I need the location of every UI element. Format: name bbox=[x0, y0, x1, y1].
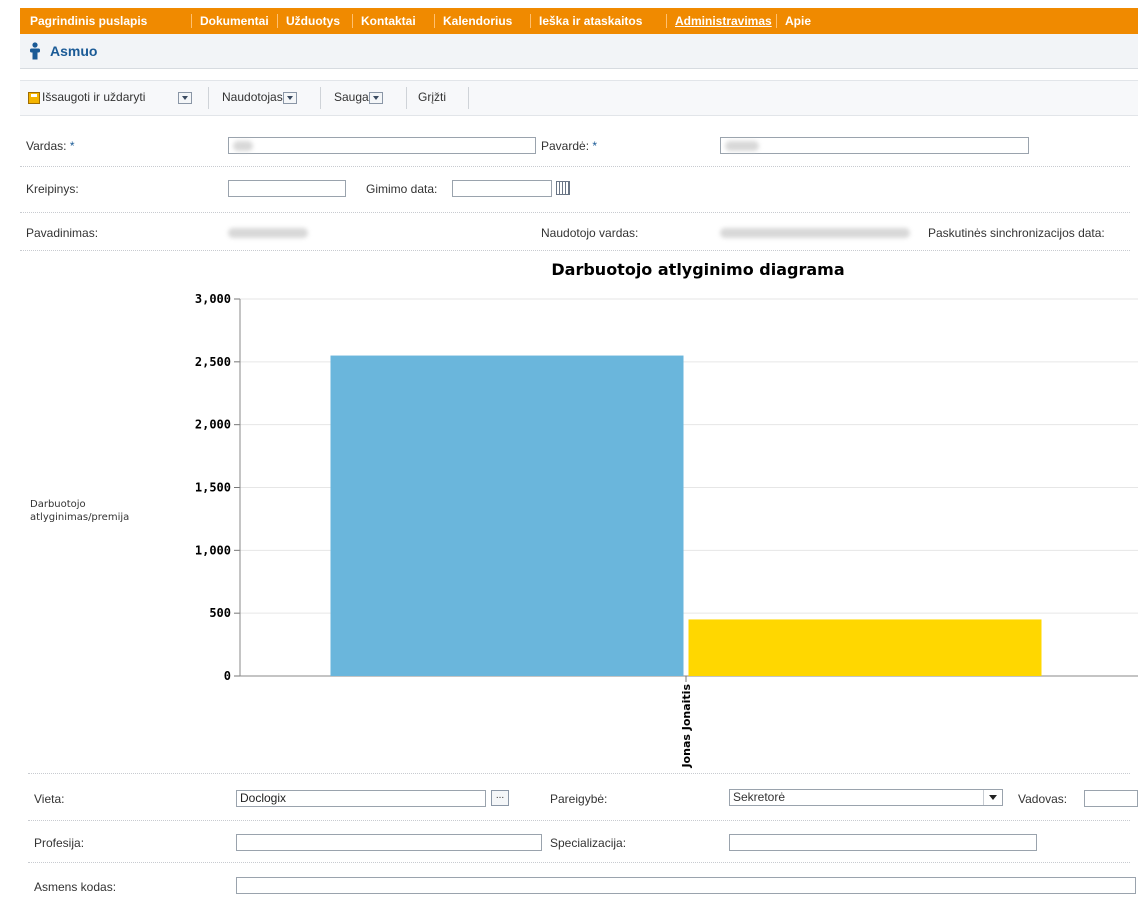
y-tick-label: 3,000 bbox=[195, 292, 231, 306]
chevron-down-icon bbox=[282, 91, 297, 104]
user-menu-button[interactable]: Naudotojas bbox=[222, 90, 297, 104]
birth-date-label: Gimimo data: bbox=[366, 182, 438, 196]
divider bbox=[20, 250, 1130, 251]
redacted-value bbox=[725, 141, 759, 151]
save-and-close-label: Išsaugoti ir uždaryti bbox=[42, 90, 146, 104]
location-field[interactable]: Doclogix bbox=[236, 790, 486, 807]
y-tick-label: 1,000 bbox=[195, 543, 231, 557]
location-lookup-button[interactable]: ... bbox=[491, 790, 509, 806]
personal-code-label: Asmens kodas: bbox=[34, 880, 117, 894]
personal-code-field[interactable] bbox=[236, 877, 1136, 894]
toolbar-divider bbox=[320, 87, 321, 109]
y-tick-label: 1,500 bbox=[195, 481, 231, 495]
y-tick-label: 0 bbox=[224, 669, 231, 683]
last-sync-label: Paskutinės sinchronizacijos data: bbox=[928, 226, 1105, 240]
redacted-title-value bbox=[228, 228, 308, 238]
chevron-down-icon bbox=[178, 91, 192, 104]
y-tick-label: 500 bbox=[209, 606, 231, 620]
toolbar-divider bbox=[208, 87, 209, 109]
chevron-down-icon bbox=[368, 91, 383, 104]
salutation-label: Kreipinys: bbox=[26, 182, 79, 196]
page-title: Asmuo bbox=[50, 43, 98, 59]
nav-item-0[interactable]: Pagrindinis puslapis bbox=[30, 8, 147, 34]
nav-separator bbox=[776, 14, 777, 28]
bar-series-1 bbox=[688, 619, 1042, 676]
toolbar-divider bbox=[468, 87, 469, 109]
person-icon bbox=[30, 42, 40, 60]
position-label: Pareigybė: bbox=[550, 792, 608, 806]
salary-chart: Darbuotojo atlyginimo diagrama 0 500 1,000 1… bbox=[195, 260, 1138, 769]
first-name-field[interactable] bbox=[228, 137, 536, 154]
nav-item-4[interactable]: Kalendorius bbox=[443, 8, 512, 34]
manager-label: Vadovas: bbox=[1018, 792, 1068, 806]
user-menu-label: Naudotojas bbox=[222, 90, 283, 104]
redacted-value bbox=[233, 141, 253, 151]
page-header: Asmuo bbox=[20, 34, 1138, 69]
profession-label: Profesija: bbox=[34, 836, 85, 850]
position-select[interactable]: Sekretorė bbox=[729, 789, 1003, 806]
nav-item-6[interactable]: Administravimas bbox=[675, 8, 772, 34]
calendar-icon[interactable] bbox=[556, 181, 570, 195]
security-menu-button[interactable]: Sauga bbox=[334, 90, 383, 104]
profession-field[interactable] bbox=[236, 834, 542, 851]
nav-separator bbox=[666, 14, 667, 28]
last-name-field[interactable] bbox=[720, 137, 1029, 154]
x-category-label: Jonas Jonaitis bbox=[680, 684, 693, 769]
bar-series-0 bbox=[330, 355, 684, 676]
divider bbox=[28, 862, 1130, 863]
location-label: Vieta: bbox=[34, 792, 65, 806]
y-tick-label: 2,000 bbox=[195, 418, 231, 432]
nav-separator bbox=[352, 14, 353, 28]
chart-title: Darbuotojo atlyginimo diagrama bbox=[551, 260, 844, 279]
nav-separator bbox=[191, 14, 192, 28]
divider bbox=[28, 820, 1130, 821]
first-name-label: Vardas: * bbox=[26, 139, 75, 153]
username-label: Naudotojo vardas: bbox=[541, 226, 639, 240]
divider bbox=[28, 773, 1130, 774]
security-menu-label: Sauga bbox=[334, 90, 369, 104]
specialization-label: Specializacija: bbox=[550, 836, 627, 850]
save-options-dropdown[interactable] bbox=[178, 90, 192, 104]
salutation-field[interactable] bbox=[228, 180, 346, 197]
nav-separator bbox=[530, 14, 531, 28]
nav-item-2[interactable]: Užduotys bbox=[286, 8, 340, 34]
birth-date-field[interactable] bbox=[452, 180, 552, 197]
redacted-username-value bbox=[720, 228, 910, 238]
toolbar-divider bbox=[406, 87, 407, 109]
nav-item-3[interactable]: Kontaktai bbox=[361, 8, 416, 34]
divider bbox=[20, 212, 1130, 213]
specialization-field[interactable] bbox=[729, 834, 1037, 851]
divider bbox=[20, 166, 1130, 167]
title-label: Pavadinimas: bbox=[26, 226, 99, 240]
chart-y-axis-label: Darbuotojo atlyginimas/premija bbox=[30, 499, 130, 523]
nav-separator bbox=[277, 14, 278, 28]
nav-item-1[interactable]: Dokumentai bbox=[200, 8, 269, 34]
toolbar: Išsaugoti ir uždaryti Naudotojas Sauga G… bbox=[20, 80, 1138, 116]
nav-item-5[interactable]: Ieška ir ataskaitos bbox=[539, 8, 642, 34]
nav-item-7[interactable]: Apie bbox=[785, 8, 811, 34]
last-name-label: Pavardė: * bbox=[541, 139, 598, 153]
top-navigation: Pagrindinis puslapis Dokumentai Užduotys Ko… bbox=[20, 8, 1138, 35]
manager-field[interactable] bbox=[1084, 790, 1138, 807]
back-button[interactable]: Grįžti bbox=[418, 90, 446, 104]
save-icon bbox=[28, 91, 40, 104]
y-tick-label: 2,500 bbox=[195, 355, 231, 369]
save-and-close-button[interactable]: Išsaugoti ir uždaryti bbox=[28, 90, 145, 104]
nav-separator bbox=[434, 14, 435, 28]
chevron-down-icon bbox=[983, 790, 1002, 805]
